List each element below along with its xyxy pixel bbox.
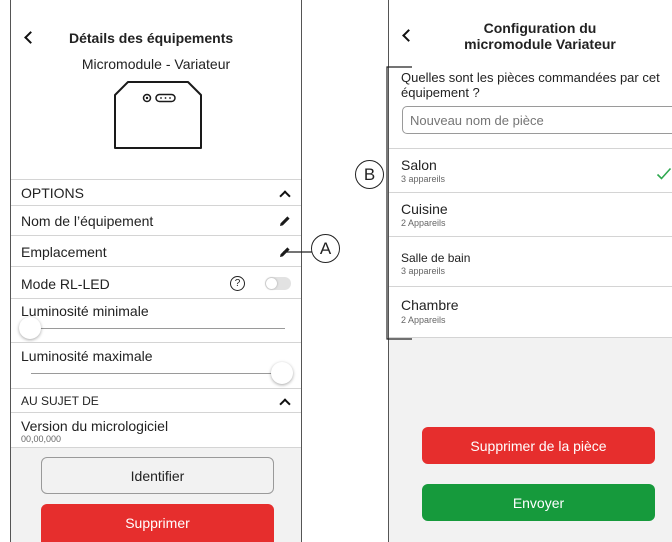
page-title: Détails des équipements (69, 30, 234, 46)
micromodule-device-icon (114, 81, 202, 149)
firmware-version: 00,00,000 (21, 434, 62, 444)
rl-led-label: Mode RL-LED (21, 276, 110, 292)
rl-led-toggle[interactable] (265, 277, 291, 290)
max-brightness-slider[interactable] (31, 362, 293, 384)
max-brightness-label: Luminosité maximale (21, 348, 153, 364)
device-name-row[interactable]: Nom de l’équipement (11, 205, 301, 235)
location-label: Emplacement (21, 244, 107, 260)
options-section-header[interactable]: OPTIONS (11, 179, 301, 205)
chevron-up-icon[interactable] (277, 188, 293, 200)
callout-b-bracket (386, 66, 412, 340)
pencil-icon[interactable] (279, 215, 291, 227)
help-icon[interactable]: ? (230, 276, 245, 291)
callout-a-leader-line (283, 251, 313, 253)
device-details-screen: Détails des équipements Micromodule - Va… (10, 0, 302, 542)
device-name-label: Nom de l’équipement (21, 213, 154, 229)
min-brightness-row: Luminosité minimale (11, 298, 301, 342)
location-row[interactable]: Emplacement (11, 235, 301, 266)
max-brightness-knob[interactable] (271, 362, 293, 384)
min-brightness-label: Luminosité minimale (21, 303, 149, 319)
about-section-header[interactable]: AU SUJET DE (11, 388, 301, 412)
min-brightness-slider[interactable] (19, 317, 285, 339)
remove-from-room-button[interactable]: Supprimer de la pièce (422, 427, 655, 464)
device-header-panel: Détails des équipements Micromodule - Va… (11, 0, 301, 179)
rooms-question-line1: Quelles sont les pièces commandées par c… (401, 70, 660, 85)
checkmark-icon (656, 167, 672, 180)
page-title-line1: Configuration du (483, 20, 597, 36)
room-item-salle-de-bain[interactable]: Salle de bain 3 appareils (389, 236, 672, 286)
about-header-label: AU SUJET DE (21, 394, 99, 408)
firmware-label: Version du micrologiciel (21, 418, 169, 434)
options-header-label: OPTIONS (21, 185, 85, 201)
room-item-salon[interactable]: Salon 3 appareils (389, 148, 672, 192)
min-brightness-knob[interactable] (19, 317, 41, 339)
room-config-header-panel: Configuration du micromodule Variateur Q… (389, 0, 672, 148)
max-brightness-row: Luminosité maximale (11, 342, 301, 388)
callout-b: B (355, 160, 384, 189)
room-item-chambre[interactable]: Chambre 2 Appareils (389, 286, 672, 338)
firmware-row: Version du micrologiciel 00,00,000 (11, 412, 301, 448)
room-item-cuisine[interactable]: Cuisine 2 Appareils (389, 192, 672, 236)
callout-a: A (311, 234, 340, 263)
new-room-name-input[interactable] (402, 106, 672, 134)
page-title-line2: micromodule Variateur (464, 36, 616, 52)
send-button[interactable]: Envoyer (422, 484, 655, 521)
toggle-knob (266, 278, 277, 289)
back-arrow-icon[interactable] (21, 28, 41, 48)
device-subtitle: Micromodule - Variateur (81, 56, 231, 72)
delete-button[interactable]: Supprimer (41, 504, 274, 542)
chevron-up-icon[interactable] (277, 396, 293, 408)
rl-led-row: Mode RL-LED ? (11, 266, 301, 298)
room-configuration-screen: Configuration du micromodule Variateur Q… (388, 0, 672, 542)
back-arrow-icon[interactable] (399, 26, 419, 46)
identify-button[interactable]: Identifier (41, 457, 274, 494)
